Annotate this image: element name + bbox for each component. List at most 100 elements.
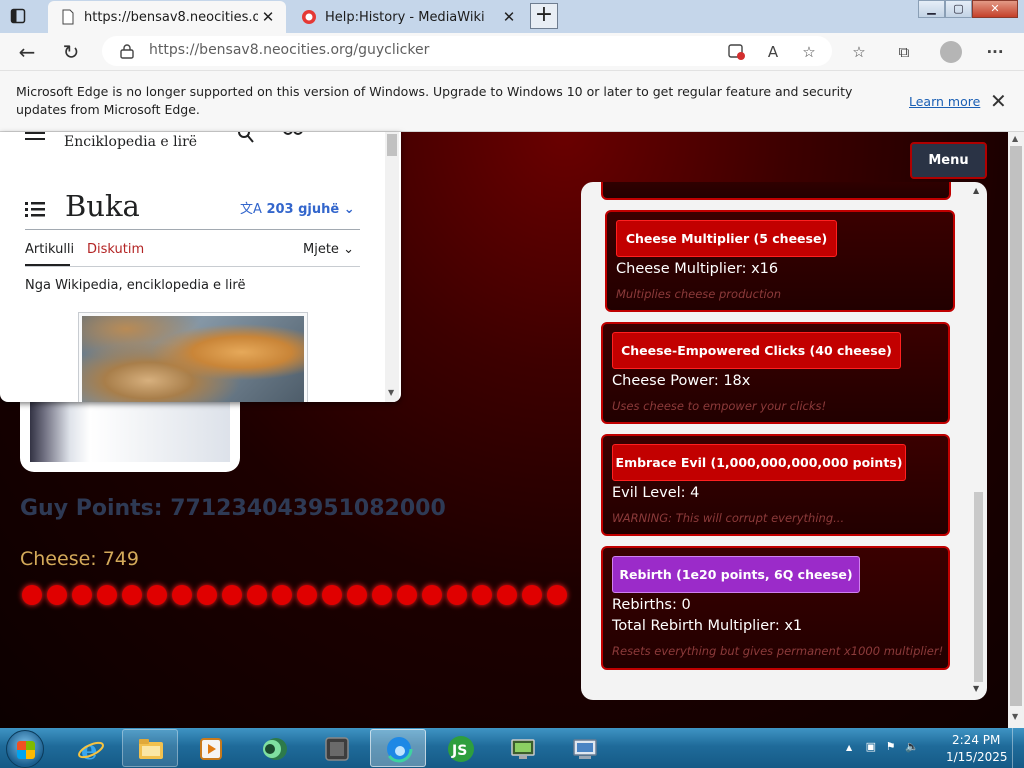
wiki-page-title: Buka <box>65 189 140 223</box>
wiki-scroll-thumb[interactable] <box>387 134 397 156</box>
tab-talk[interactable]: Diskutim <box>87 242 144 257</box>
click-dot <box>72 585 92 605</box>
translate-icon: 文A <box>240 202 262 217</box>
action-center-icon[interactable]: ⚑ <box>886 740 896 753</box>
click-dots <box>22 585 592 619</box>
upgrade-description: Resets everything but gives permanent x1… <box>612 644 944 658</box>
bread-image-frame <box>78 312 308 402</box>
panel-scrollbar[interactable]: ▲ ▼ <box>973 186 983 694</box>
panel-scroll-thumb[interactable] <box>974 492 983 682</box>
new-tab-button[interactable]: + <box>530 3 558 29</box>
upgrade-stat: Cheese Multiplier: x16 <box>616 261 779 277</box>
edge-icon <box>385 735 413 763</box>
mediawiki-icon <box>302 10 316 24</box>
profile-avatar[interactable] <box>940 41 962 63</box>
read-aloud-icon[interactable]: A <box>762 41 784 63</box>
scroll-up-icon[interactable]: ▲ <box>1012 134 1018 143</box>
network-icon <box>573 739 597 759</box>
tools-dropdown[interactable]: Mjete ⌄ <box>303 242 354 257</box>
js-icon: JS <box>448 736 474 762</box>
taskbar-js-app[interactable]: JS <box>432 729 488 767</box>
click-dot <box>547 585 567 605</box>
menu-button[interactable]: Menu <box>910 142 987 179</box>
tab-mediawiki-help[interactable]: Help:History - MediaWiki ✕ <box>289 1 527 33</box>
upgrade-description: WARNING: This will corrupt everything... <box>612 511 845 525</box>
rebirth-button[interactable]: Rebirth (1e20 points, 6Q cheese) <box>612 556 860 593</box>
embrace-evil-button[interactable]: Embrace Evil (1,000,000,000,000 points) <box>612 444 906 481</box>
address-toolbar: ← ↻ https://bensav8.neocities.org/guycli… <box>0 33 1024 70</box>
page-scrollbar[interactable]: ▲ ▼ <box>1008 132 1024 728</box>
click-dot <box>522 585 542 605</box>
tab-close-icon[interactable]: ✕ <box>499 8 519 26</box>
cheese-empowered-clicks-button[interactable]: Cheese-Empowered Clicks (40 cheese) <box>612 332 901 369</box>
learn-more-link[interactable]: Learn more <box>909 94 980 109</box>
wikipedia-popup: Enciklopedia e lirë Buka 文A 203 gjuhë ⌄ … <box>0 132 401 402</box>
page-icon <box>62 9 74 25</box>
infobar-close-icon[interactable]: ✕ <box>990 89 1007 113</box>
upgrade-description: Multiplies cheese production <box>616 287 782 301</box>
taskbar-network[interactable] <box>556 729 612 767</box>
network-tray-icon[interactable]: ▣ <box>866 740 876 753</box>
refresh-button[interactable]: ↻ <box>58 39 84 65</box>
show-desktop-button[interactable] <box>1012 728 1024 768</box>
tab-actions-icon[interactable] <box>10 8 26 24</box>
wiki-language-button[interactable]: 文A 203 gjuhë ⌄ <box>240 198 355 217</box>
taskbar-edge[interactable] <box>370 729 426 767</box>
tracking-icon[interactable] <box>726 41 748 63</box>
guy-image[interactable] <box>30 392 230 462</box>
page-scroll-thumb[interactable] <box>1010 146 1022 706</box>
upgrade-card-cheese-clicks: Cheese-Empowered Clicks (40 cheese) Chee… <box>601 322 950 424</box>
chevron-down-icon: ⌄ <box>343 242 354 257</box>
guy-image-card[interactable] <box>20 392 240 472</box>
taskbar-winrar[interactable] <box>308 729 364 767</box>
tab-close-icon[interactable]: ✕ <box>258 8 278 26</box>
tab-article[interactable]: Artikulli <box>25 242 74 257</box>
tab-title: Help:History - MediaWiki <box>325 9 485 25</box>
taskbar-app-green[interactable] <box>246 729 302 767</box>
wiki-scrollbar[interactable]: ▼ <box>385 132 399 402</box>
scroll-down-icon[interactable]: ▼ <box>973 684 979 693</box>
bread-image[interactable] <box>82 316 304 402</box>
more-icon[interactable]: ··· <box>984 41 1006 63</box>
wiki-languages-label: 203 gjuhë <box>266 202 340 217</box>
scroll-up-icon[interactable]: ▲ <box>973 186 979 195</box>
wiki-menu-icon[interactable] <box>25 132 45 140</box>
click-dot <box>147 585 167 605</box>
clock-date[interactable]: 1/15/2025 <box>946 750 1008 764</box>
click-dot <box>347 585 367 605</box>
minimize-button[interactable]: ▁ <box>918 0 945 18</box>
click-dot <box>172 585 192 605</box>
maximize-button[interactable]: ▢ <box>945 0 972 18</box>
start-button[interactable] <box>6 730 44 768</box>
cheese-multiplier-button[interactable]: Cheese Multiplier (5 cheese) <box>616 220 837 257</box>
collections-icon[interactable]: ⧉ <box>893 41 915 63</box>
scroll-down-icon[interactable]: ▼ <box>388 388 394 397</box>
taskbar-file-explorer[interactable] <box>122 729 178 767</box>
clock-time[interactable]: 2:24 PM <box>952 733 1000 747</box>
browser-tab-bar: https://bensav8.neocities.org/gu ✕ Help:… <box>0 0 1024 33</box>
taskbar-internet-explorer[interactable]: e <box>62 729 118 767</box>
lock-icon[interactable] <box>120 43 134 59</box>
tab-title: https://bensav8.neocities.org/gu <box>84 9 258 25</box>
tab-guyclicker[interactable]: https://bensav8.neocities.org/gu ✕ <box>48 1 286 33</box>
click-dot <box>272 585 292 605</box>
wiki-more-icon[interactable] <box>336 132 356 134</box>
url-text[interactable]: https://bensav8.neocities.org/guyclicker <box>149 42 429 58</box>
show-hidden-icons-button[interactable]: ▲ <box>846 743 852 752</box>
back-button[interactable]: ← <box>14 39 40 65</box>
taskbar-system[interactable] <box>494 729 550 767</box>
favorites-icon[interactable]: ☆ <box>848 41 870 63</box>
taskbar-media-player[interactable] <box>182 729 238 767</box>
table-of-contents-icon[interactable] <box>25 201 45 217</box>
click-dot <box>447 585 467 605</box>
scroll-down-icon[interactable]: ▼ <box>1012 712 1018 721</box>
address-bar[interactable]: https://bensav8.neocities.org/guyclicker <box>102 36 832 66</box>
click-dot <box>97 585 117 605</box>
window-close-button[interactable]: ✕ <box>972 0 1018 18</box>
cheese-counter: Cheese: 749 <box>20 548 139 570</box>
add-favorite-icon[interactable]: ☆ <box>798 41 820 63</box>
volume-icon[interactable]: 🔈 <box>905 740 919 753</box>
upgrade-card-partial <box>601 182 951 200</box>
wiki-search-icon[interactable] <box>236 132 256 144</box>
wiki-user-icon[interactable] <box>282 132 304 138</box>
